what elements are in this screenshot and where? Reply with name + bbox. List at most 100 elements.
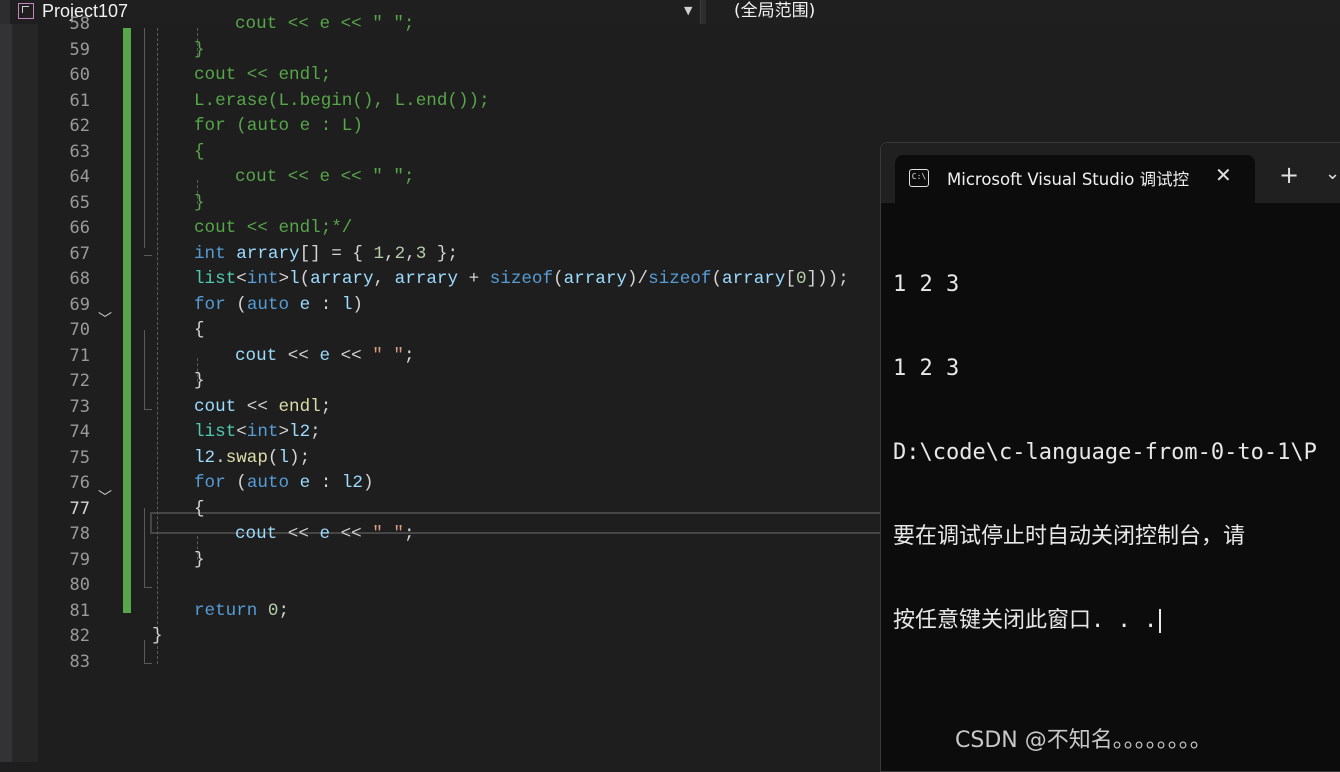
code-line[interactable]: 67 int arrary[] = { 1,2,3 };: [38, 242, 880, 268]
code-token: " ": [372, 345, 404, 366]
line-number: 73: [69, 396, 90, 417]
code-token: (: [225, 473, 247, 493]
code-line[interactable]: 71 cout << e << " ";: [38, 344, 880, 370]
code-token: }: [194, 192, 205, 213]
code-line[interactable]: 73 cout << endl;: [38, 395, 880, 421]
code-line[interactable]: 59}: [38, 38, 880, 64]
code-token: (: [267, 447, 279, 468]
new-tab-button[interactable]: +: [1279, 161, 1299, 189]
code-token: ;: [278, 600, 290, 621]
code-line[interactable]: 76 for (auto e : l2): [38, 471, 880, 497]
code-line[interactable]: 66 cout << endl;*/: [38, 216, 880, 242]
line-number: 61: [69, 90, 90, 111]
code-line[interactable]: 70 {: [38, 318, 880, 344]
code-line[interactable]: 83: [38, 650, 880, 676]
watermark: CSDN @不知名。。。。。。。。: [955, 728, 1212, 753]
code-token: }: [152, 626, 163, 646]
code-text: list<int>l2;: [194, 420, 321, 446]
code-token: ;: [320, 396, 332, 417]
code-line[interactable]: 63 {: [38, 140, 880, 166]
code-line[interactable]: 74 list<int>l2;: [38, 420, 880, 446]
code-line[interactable]: 61 L.erase(L.begin(), L.end());: [38, 89, 880, 115]
code-token: cout << endl;: [194, 65, 332, 85]
collapse-chevron-icon[interactable]: ﹀: [98, 313, 114, 329]
code-line[interactable]: 80: [38, 573, 880, 599]
code-token: l2: [289, 422, 311, 442]
close-icon[interactable]: ✕: [1215, 163, 1232, 187]
line-number: 72: [69, 371, 90, 391]
code-token: [: [785, 269, 796, 289]
line-number: 59: [69, 39, 90, 60]
code-token: (: [711, 269, 723, 289]
collapse-chevron-icon[interactable]: ﹀: [98, 491, 114, 507]
line-number: 77: [69, 498, 90, 519]
code-token: arrary: [310, 269, 374, 289]
code-line[interactable]: 77 {: [38, 497, 880, 523]
console-line: 1 2 3: [893, 356, 960, 381]
code-text: }: [194, 369, 205, 395]
code-line[interactable]: 58 cout << e << " ";: [38, 12, 880, 38]
code-token: ,: [373, 269, 395, 289]
code-token: l: [278, 447, 290, 468]
line-number: 68: [69, 269, 90, 289]
code-token: <<: [330, 345, 373, 366]
code-token: ;: [403, 345, 415, 366]
line-number: 71: [69, 345, 90, 366]
line-number: 76: [69, 473, 90, 493]
code-token: >: [278, 422, 290, 442]
line-number: 81: [69, 600, 90, 621]
code-text: {: [194, 318, 205, 344]
code-line[interactable]: 75 l2.swap(l);: [38, 446, 880, 472]
code-line[interactable]: 65}: [38, 191, 880, 217]
line-number: 78: [69, 524, 90, 544]
code-token: }: [194, 371, 205, 391]
code-line[interactable]: 82}: [38, 624, 880, 650]
code-token: <<: [277, 524, 320, 544]
code-token: (: [225, 294, 247, 315]
code-line[interactable]: 81 return 0;: [38, 599, 880, 625]
code-line[interactable]: 78 cout << e << " ";: [38, 522, 880, 548]
code-line[interactable]: 62 for (auto e : L): [38, 114, 880, 140]
code-token: l: [289, 269, 300, 289]
code-token: [] = {: [299, 243, 374, 264]
code-text: l2.swap(l);: [194, 446, 310, 472]
code-text: L.erase(L.begin(), L.end());: [194, 89, 490, 115]
line-number: 67: [69, 243, 90, 264]
code-token: ]));: [806, 269, 849, 289]
code-token: <: [236, 422, 247, 442]
debug-console-window[interactable]: C:\ Microsoft Visual Studio 调试控 ✕ + ⌄ 1 …: [880, 142, 1340, 772]
code-token: endl: [278, 396, 321, 417]
code-text: cout << e << " ";: [235, 344, 415, 370]
code-token: e: [319, 524, 331, 544]
code-text: }: [194, 191, 205, 217]
line-number: 80: [69, 575, 90, 595]
code-text: cout << e << " ";: [235, 12, 415, 38]
code-line[interactable]: 68 list<int>l(arrary, arrary + sizeof(arr…: [38, 267, 880, 293]
code-token: int: [194, 243, 226, 264]
code-line[interactable]: 64 cout << e << " ";: [38, 165, 880, 191]
code-line[interactable]: 60 cout << endl;: [38, 63, 880, 89]
code-token: for: [194, 473, 226, 493]
code-text: cout << endl;: [194, 63, 331, 89]
code-token: int: [246, 422, 279, 442]
console-line: 要在调试停止时自动关闭控制台，请: [893, 524, 1246, 549]
code-line[interactable]: 72}: [38, 369, 880, 395]
code-token: :: [310, 294, 342, 315]
code-token: list: [194, 269, 237, 289]
code-token: list: [194, 422, 237, 442]
code-token: 0: [267, 600, 279, 621]
code-token: }: [194, 549, 205, 570]
code-line[interactable]: 69 for (auto e : l): [38, 293, 880, 319]
line-number: 79: [69, 549, 90, 570]
code-token: l2: [341, 473, 363, 493]
code-token: ;: [403, 524, 415, 544]
console-tab[interactable]: C:\ Microsoft Visual Studio 调试控 ✕: [895, 155, 1255, 203]
code-token: cout << e << " ";: [235, 14, 415, 34]
code-line[interactable]: 79}: [38, 548, 880, 574]
code-token: int: [246, 269, 279, 289]
code-token: <<: [236, 396, 279, 417]
chevron-down-icon[interactable]: ⌄: [1325, 163, 1340, 184]
code-token: arrary: [563, 269, 627, 289]
